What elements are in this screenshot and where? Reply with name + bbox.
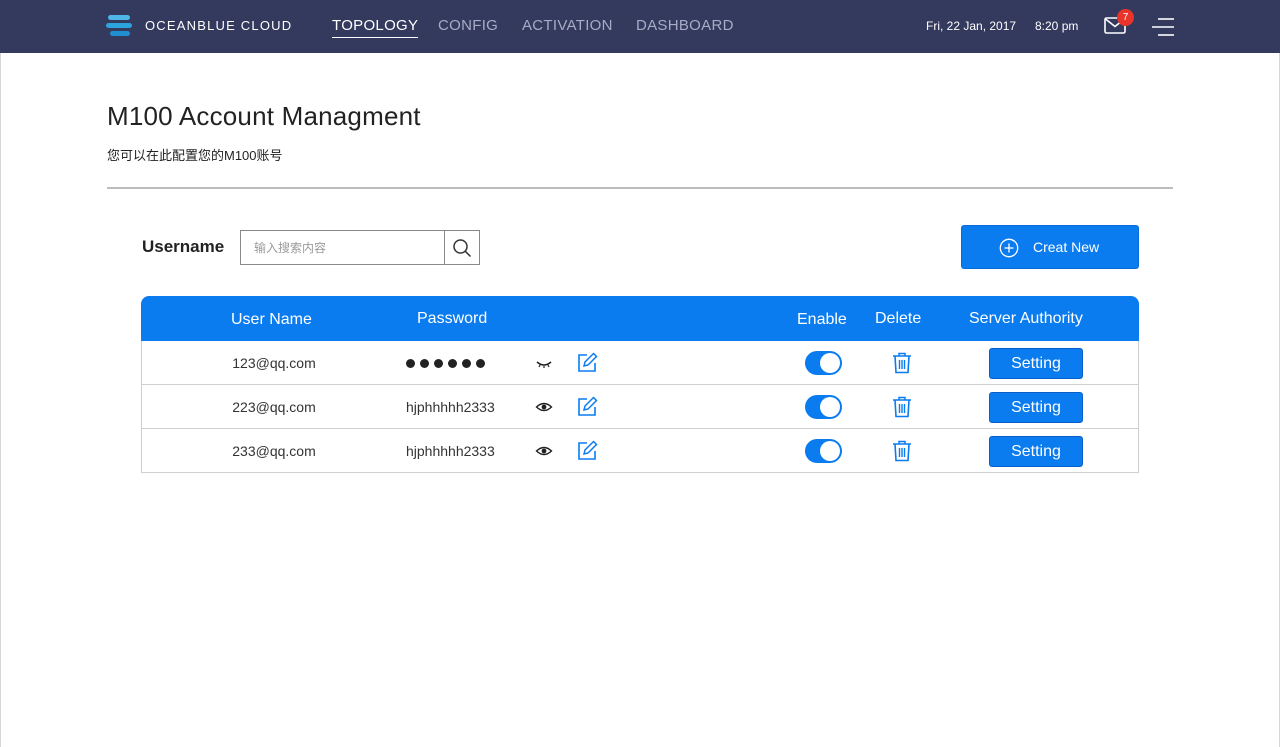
- create-new-label: Creat New: [1033, 239, 1100, 255]
- enable-toggle[interactable]: [805, 351, 842, 375]
- enable-toggle[interactable]: [805, 395, 842, 419]
- search-input[interactable]: [241, 231, 444, 264]
- current-time: 8:20 pm: [1035, 19, 1079, 33]
- table-row: 123@qq.com Setting: [141, 341, 1139, 385]
- password-masked: [406, 359, 485, 368]
- nav-config[interactable]: CONFIG: [438, 17, 498, 34]
- logo-icon[interactable]: [106, 15, 134, 39]
- table-row: 223@qq.com hjphhhhh2333 Setting: [141, 385, 1139, 429]
- search-box: [240, 230, 480, 265]
- title-divider: [107, 187, 1173, 189]
- create-new-button[interactable]: Creat New: [961, 225, 1139, 269]
- trash-icon[interactable]: [892, 396, 912, 418]
- edit-icon[interactable]: [576, 352, 598, 374]
- row-username: 223@qq.com: [232, 399, 316, 415]
- page-title: M100 Account Managment: [107, 101, 421, 131]
- eye-icon[interactable]: [535, 399, 553, 415]
- edit-icon[interactable]: [576, 396, 598, 418]
- header-server-authority: Server Authority: [969, 310, 1083, 327]
- edit-icon[interactable]: [576, 440, 598, 462]
- header-password: Password: [417, 310, 488, 327]
- notification-badge: 7: [1117, 9, 1134, 26]
- nav-activation[interactable]: ACTIVATION: [522, 17, 613, 34]
- top-navigation-bar: OCEANBLUE CLOUD TOPOLOGY CONFIG ACTIVATI…: [0, 0, 1280, 53]
- row-password: hjphhhhh2333: [406, 399, 495, 415]
- enable-toggle[interactable]: [805, 439, 842, 463]
- table-row: 233@qq.com hjphhhhh2333 Setting: [141, 429, 1139, 473]
- nav-dashboard[interactable]: DASHBOARD: [636, 17, 734, 34]
- trash-icon[interactable]: [892, 352, 912, 374]
- plus-circle-icon: [999, 238, 1019, 258]
- menu-icon[interactable]: [1150, 16, 1176, 38]
- username-search-label: Username: [142, 237, 225, 256]
- setting-button[interactable]: Setting: [989, 436, 1083, 467]
- row-username: 123@qq.com: [232, 355, 316, 371]
- accounts-table: User Name Password Enable Delete Server …: [141, 296, 1139, 474]
- header-enable: Enable: [797, 311, 847, 328]
- eye-icon[interactable]: [535, 443, 553, 459]
- header-delete: Delete: [875, 310, 922, 327]
- current-date: Fri, 22 Jan, 2017: [926, 19, 1017, 33]
- table-header: User Name Password Enable Delete Server …: [141, 296, 1139, 341]
- search-icon: [453, 238, 472, 257]
- setting-button[interactable]: Setting: [989, 348, 1083, 379]
- row-username: 233@qq.com: [232, 443, 316, 459]
- nav-topology[interactable]: TOPOLOGY: [332, 17, 419, 38]
- header-user-name: User Name: [231, 311, 312, 328]
- trash-icon[interactable]: [892, 440, 912, 462]
- eye-closed-icon[interactable]: [535, 355, 553, 371]
- setting-button[interactable]: Setting: [989, 392, 1083, 423]
- brand-name[interactable]: OCEANBLUE CLOUD: [145, 18, 292, 33]
- search-button[interactable]: [444, 231, 479, 264]
- page-subtitle: 您可以在此配置您的M100账号: [107, 148, 283, 163]
- row-password: hjphhhhh2333: [406, 443, 495, 459]
